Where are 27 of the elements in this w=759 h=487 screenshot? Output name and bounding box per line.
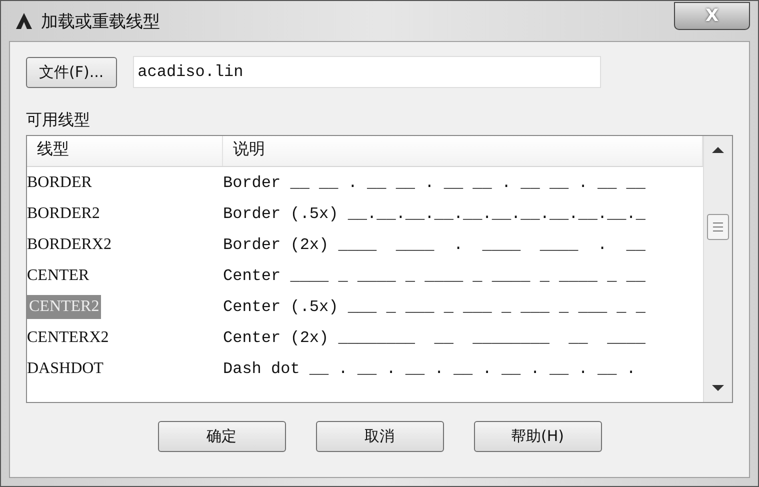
column-header[interactable]: 线型	[27, 136, 223, 166]
file-button[interactable]: 文件(F)...	[26, 56, 117, 88]
linetype-name[interactable]: BORDER	[27, 174, 223, 192]
linetype-description: Dash dot __ . __ . __ . __ . __ . __ . __ .	[223, 360, 636, 378]
linetype-description: Border (.5x) __.__.__.__.__.__.__.__.__.__._	[223, 204, 646, 222]
linetype-name[interactable]: BORDER2	[27, 204, 223, 222]
linetype-name[interactable]: DASHDOT	[27, 360, 223, 378]
scroll-thumb[interactable]	[707, 214, 729, 240]
app-logo-icon	[15, 12, 33, 30]
dialog-button[interactable]: 取消	[316, 421, 444, 452]
linetype-description: Border (2x) ____ ____ . ____ ____ . __	[223, 236, 646, 254]
dialog-button[interactable]: 确定	[158, 421, 286, 452]
scroll-down-icon[interactable]	[712, 384, 724, 392]
scrollbar[interactable]	[703, 136, 732, 402]
linetype-description: Center (2x) ________ __ ________ __ ____	[223, 328, 646, 346]
window-title: 加载或重载线型	[41, 10, 161, 32]
linetype-name[interactable]: CENTER	[27, 266, 223, 284]
dialog-button[interactable]: 帮助(H)	[474, 421, 602, 452]
file-field[interactable]: acadiso.lin	[132, 56, 601, 88]
linetype-name[interactable]: BORDERX2	[27, 236, 223, 254]
linetype-name[interactable]: CENTERX2	[27, 328, 223, 346]
linetype-description: Border __ __ . __ __ . __ __ . __ __ . __ __	[223, 174, 646, 192]
scroll-up-icon[interactable]	[712, 146, 724, 154]
linetype-list[interactable]	[26, 135, 733, 403]
list-label: 可用线型	[26, 110, 91, 131]
linetype-description: Center ____ _ ____ _ ____ _ ____ _ ____ _ __	[223, 266, 646, 284]
linetype-description: Center (.5x) ___ _ ___ _ ___ _ ___ _ ___ _ _	[223, 298, 646, 316]
